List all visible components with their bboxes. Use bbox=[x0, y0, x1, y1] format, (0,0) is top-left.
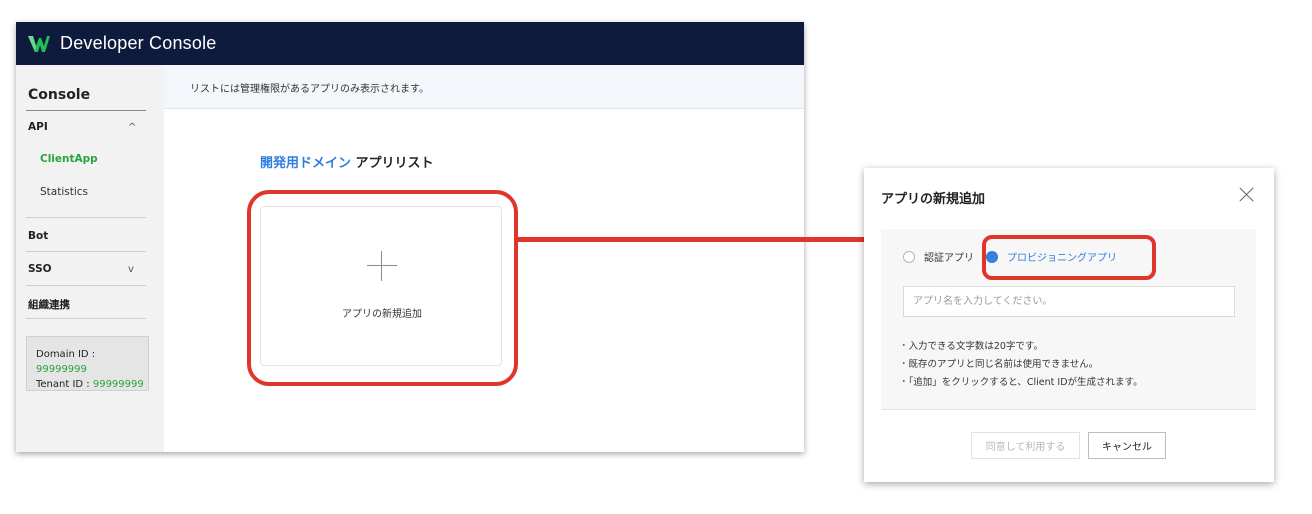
page-title: 開発用ドメイン アプリリスト bbox=[260, 152, 434, 171]
domain-type-label: 開発用ドメイン bbox=[260, 156, 352, 171]
domain-id-value: 99999999 bbox=[36, 364, 87, 375]
note-item: 「追加」をクリックすると、Client IDが生成されます。 bbox=[899, 374, 1143, 392]
tenant-id-label: Tenant ID : bbox=[36, 379, 93, 390]
cancel-button[interactable]: キャンセル bbox=[1088, 432, 1166, 459]
dialog-title: アプリの新規追加 bbox=[881, 192, 986, 207]
domain-info-box: Domain ID : 99999999 Tenant ID : 9999999… bbox=[26, 336, 149, 391]
radio-option-auth-app[interactable]: 認証アプリ bbox=[903, 249, 974, 264]
chevron-up-icon[interactable]: ^ bbox=[128, 122, 136, 133]
radio-button[interactable] bbox=[903, 250, 915, 263]
sidebar-heading: Console bbox=[28, 87, 91, 103]
app-name-input[interactable] bbox=[903, 286, 1235, 317]
sidebar-divider bbox=[26, 110, 146, 111]
dialog-divider bbox=[881, 409, 1256, 410]
chevron-down-icon[interactable]: v bbox=[128, 264, 134, 275]
domain-id-label: Domain ID : bbox=[36, 349, 96, 360]
notes-list: 入力できる文字数は20字です。 既存のアプリと同じ名前は使用できません。 「追加… bbox=[899, 338, 1143, 392]
sidebar-item-api[interactable]: API bbox=[28, 121, 48, 133]
highlight-frame bbox=[247, 190, 518, 386]
top-bar: Developer Console bbox=[16, 22, 804, 65]
app-list-label: アプリリスト bbox=[355, 156, 434, 171]
sidebar-item-bot[interactable]: Bot bbox=[28, 230, 48, 242]
highlight-frame bbox=[982, 235, 1156, 280]
sidebar-item-sso[interactable]: SSO bbox=[28, 263, 52, 275]
sidebar-divider bbox=[26, 285, 146, 286]
note-item: 入力できる文字数は20字です。 bbox=[899, 338, 1143, 356]
sidebar-divider bbox=[26, 251, 146, 252]
sidebar-item-statistics[interactable]: Statistics bbox=[40, 186, 88, 198]
sidebar-item-clientapp[interactable]: ClientApp bbox=[40, 153, 98, 165]
close-icon[interactable] bbox=[1237, 184, 1257, 204]
sidebar-item-org-link[interactable]: 組織連携 bbox=[28, 297, 70, 312]
radio-label: 認証アプリ bbox=[924, 253, 974, 264]
agree-and-use-button[interactable]: 同意して利用する bbox=[971, 432, 1080, 459]
works-logo-icon[interactable] bbox=[28, 35, 50, 53]
note-item: 既存のアプリと同じ名前は使用できません。 bbox=[899, 356, 1143, 374]
sidebar-divider bbox=[26, 318, 146, 319]
info-banner: リストには管理権限があるアプリのみ表示されます。 bbox=[164, 65, 804, 109]
sidebar: Console API ^ ClientApp Statistics Bot S… bbox=[16, 65, 164, 452]
tenant-id-value: 99999999 bbox=[92, 379, 144, 390]
sidebar-divider bbox=[26, 217, 146, 218]
add-app-dialog: アプリの新規追加 認証アプリ プロビジョニングアプリ 入力できる文字数は20字で… bbox=[864, 168, 1274, 482]
app-title: Developer Console bbox=[60, 33, 217, 53]
